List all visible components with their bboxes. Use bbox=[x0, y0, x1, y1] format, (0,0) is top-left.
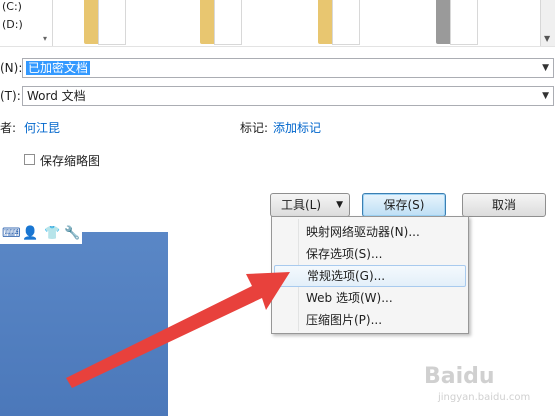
watermark-url: jingyan.baidu.com bbox=[438, 392, 531, 403]
red-arrow-icon bbox=[66, 272, 290, 388]
watermark-logo: Baidu bbox=[424, 364, 495, 389]
annotation-arrow bbox=[66, 272, 290, 388]
